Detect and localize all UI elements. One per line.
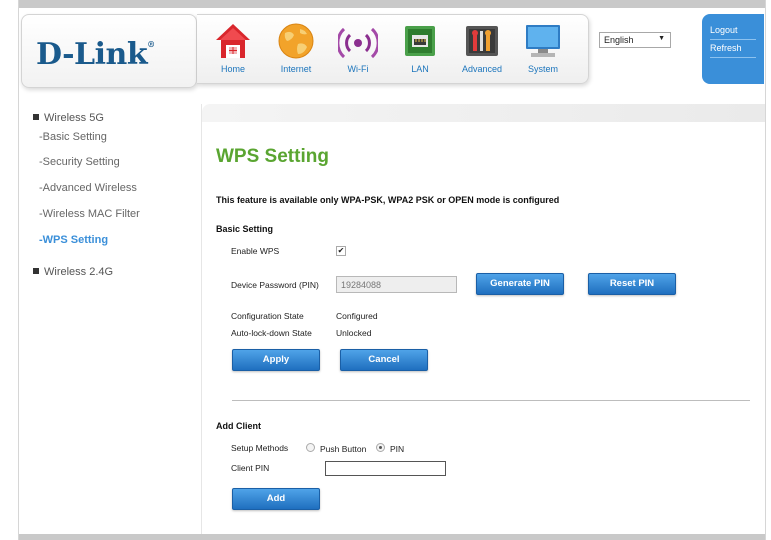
tools-icon	[466, 26, 498, 56]
device-pin-field[interactable]: 19284088	[336, 276, 457, 293]
bottom-border	[19, 534, 765, 540]
client-pin-label: Client PIN	[231, 463, 270, 473]
wps-availability-notice: This feature is available only WPA-PSK, …	[216, 195, 560, 205]
pin-radio[interactable]	[376, 443, 385, 452]
account-divider	[710, 39, 756, 40]
sidebar-item-advanced-wireless[interactable]: -Advanced Wireless	[39, 182, 137, 194]
push-button-radio-label[interactable]: Push Button	[320, 444, 366, 454]
nav-internet[interactable]: Internet	[272, 21, 320, 81]
account-panel: Logout Refresh	[702, 14, 764, 84]
nav-wifi[interactable]: Wi-Fi	[334, 21, 382, 81]
pin-radio-label[interactable]: PIN	[390, 444, 404, 454]
globe-icon	[278, 23, 314, 59]
sidebar-section-wireless-24g[interactable]: Wireless 2.4G	[33, 266, 113, 278]
sidebar-section-label: Wireless 5G	[44, 112, 104, 124]
language-value: English	[604, 35, 634, 45]
monitor-icon	[526, 25, 560, 57]
panel-header-shade	[202, 104, 765, 122]
nav-lan-label: LAN	[411, 64, 429, 74]
page-title: WPS Setting	[216, 146, 329, 167]
auto-lock-down-state-value: Unlocked	[336, 328, 372, 338]
add-button[interactable]: Add	[232, 488, 320, 510]
basic-setting-heading: Basic Setting	[216, 224, 274, 234]
enable-wps-label: Enable WPS	[231, 246, 280, 256]
cancel-button[interactable]: Cancel	[340, 349, 428, 371]
sidebar-item-wireless-mac-filter[interactable]: -Wireless MAC Filter	[39, 208, 140, 220]
add-client-heading: Add Client	[216, 421, 261, 431]
logo-panel: D-Link®	[21, 14, 197, 88]
sidebar-section-label: Wireless 2.4G	[44, 266, 114, 278]
nav-advanced[interactable]: Advanced	[458, 21, 506, 81]
square-bullet-icon	[33, 268, 39, 275]
apply-button[interactable]: Apply	[232, 349, 320, 371]
reset-pin-button[interactable]: Reset PIN	[588, 273, 676, 295]
configuration-state-value: Configured	[336, 311, 378, 321]
auto-lock-down-state-label: Auto-lock-down State	[231, 328, 312, 338]
refresh-link[interactable]: Refresh	[710, 43, 742, 53]
home-icon	[216, 24, 250, 58]
language-select[interactable]: English ▼	[599, 32, 671, 48]
square-bullet-icon	[33, 114, 39, 121]
sidebar-item-wps-setting[interactable]: -WPS Setting	[39, 234, 108, 246]
account-divider	[710, 57, 756, 58]
configuration-state-label: Configuration State	[231, 311, 304, 321]
top-nav: Home Internet Wi-Fi LAN Advanced System	[197, 14, 589, 84]
sidebar-item-basic-setting[interactable]: -Basic Setting	[39, 131, 107, 143]
logout-link[interactable]: Logout	[710, 25, 738, 35]
nav-internet-label: Internet	[280, 64, 312, 74]
top-border	[19, 0, 765, 8]
nav-advanced-label: Advanced	[461, 64, 503, 74]
device-pin-label: Device Password (PIN)	[231, 280, 319, 290]
lan-port-icon	[405, 26, 435, 56]
sidebar-section-wireless-5g[interactable]: Wireless 5G	[33, 112, 104, 124]
nav-wifi-label: Wi-Fi	[347, 64, 369, 74]
nav-system-label: System	[527, 64, 558, 74]
generate-pin-button[interactable]: Generate PIN	[476, 273, 564, 295]
setup-methods-label: Setup Methods	[231, 443, 289, 453]
section-divider	[232, 400, 750, 401]
wifi-icon	[338, 27, 378, 59]
nav-lan[interactable]: LAN	[396, 21, 444, 81]
client-pin-input[interactable]	[325, 461, 446, 476]
main-panel: WPS Setting This feature is available on…	[201, 104, 765, 540]
nav-home-label: Home	[220, 64, 245, 74]
dlink-logo: D-Link®	[36, 37, 155, 72]
nav-system[interactable]: System	[519, 21, 567, 81]
sidebar-item-security-setting[interactable]: -Security Setting	[39, 156, 120, 168]
enable-wps-checkbox[interactable]: ✔	[336, 246, 346, 256]
nav-home[interactable]: Home	[209, 21, 257, 81]
chevron-down-icon: ▼	[658, 35, 665, 42]
push-button-radio[interactable]	[306, 443, 315, 452]
router-admin-window: D-Link® Home Internet Wi-Fi LAN Advanced…	[18, 0, 766, 540]
